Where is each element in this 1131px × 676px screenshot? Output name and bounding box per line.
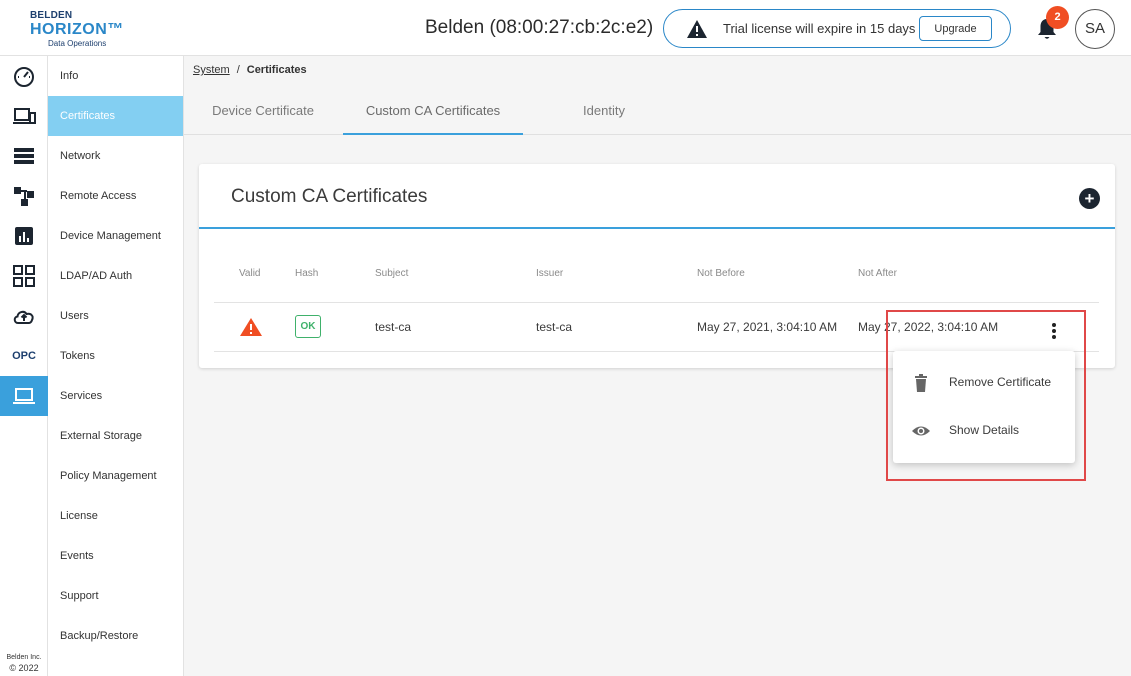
cell-not-before: May 27, 2021, 3:04:10 AM: [697, 320, 838, 334]
hash-status-badge: OK: [295, 315, 321, 338]
submenu-item-policy-management[interactable]: Policy Management: [48, 456, 183, 496]
rail-item-analytics[interactable]: [0, 216, 48, 256]
trial-license-text: Trial license will expire in 15 days: [723, 21, 916, 36]
submenu-item-remote-access[interactable]: Remote Access: [48, 176, 183, 216]
submenu-item-external-storage[interactable]: External Storage: [48, 416, 183, 456]
annotation-highlight-box: [886, 310, 1086, 481]
breadcrumb-system-link[interactable]: System: [193, 64, 230, 76]
submenu-item-license[interactable]: License: [48, 496, 183, 536]
submenu-item-backup-restore[interactable]: Backup/Restore: [48, 616, 183, 656]
system-submenu: Info Certificates Network Remote Access …: [48, 56, 184, 676]
warning-triangle-icon: [240, 318, 262, 336]
breadcrumb-separator: /: [236, 64, 240, 76]
rail-item-opc[interactable]: OPC: [0, 336, 48, 376]
certificate-tabs: Device Certificate Custom CA Certificate…: [184, 88, 1131, 135]
table-header-divider: [214, 302, 1099, 303]
cloud-upload-icon: [13, 310, 34, 324]
apps-grid-icon: [13, 265, 35, 287]
column-header-subject: Subject: [375, 268, 409, 279]
logo-line-3: Data Operations: [48, 39, 107, 48]
submenu-item-info[interactable]: Info: [48, 56, 183, 96]
submenu-item-services[interactable]: Services: [48, 376, 183, 416]
dashboard-icon: [14, 67, 34, 87]
notification-count-badge[interactable]: 2: [1046, 6, 1069, 29]
breadcrumb-current: Certificates: [246, 64, 307, 76]
rail-item-server[interactable]: [0, 136, 48, 176]
card-divider: [199, 227, 1115, 229]
submenu-item-users[interactable]: Users: [48, 296, 183, 336]
rail-item-system[interactable]: [0, 376, 48, 416]
submenu-item-tokens[interactable]: Tokens: [48, 336, 183, 376]
cell-issuer: test-ca: [536, 320, 573, 334]
rail-item-dashboard[interactable]: [0, 56, 48, 96]
rail-item-devices[interactable]: [0, 96, 48, 136]
belden-horizon-logo[interactable]: BELDEN HORIZON™ Data Operations: [28, 9, 124, 49]
copyright-year: © 2022: [9, 663, 39, 673]
logo-line-2: HORIZON™: [30, 21, 124, 38]
rail-item-apps[interactable]: [0, 256, 48, 296]
column-header-issuer: Issuer: [536, 268, 564, 279]
topology-icon: [14, 187, 34, 206]
breadcrumb: System / Certificates: [193, 64, 307, 76]
rail-item-cloud[interactable]: [0, 296, 48, 336]
opc-icon: OPC: [12, 350, 36, 362]
tab-identity[interactable]: Identity: [554, 88, 654, 135]
submenu-item-events[interactable]: Events: [48, 536, 183, 576]
warning-icon: [687, 20, 707, 38]
column-header-valid: Valid: [239, 268, 261, 279]
submenu-item-ldap-auth[interactable]: LDAP/AD Auth: [48, 256, 183, 296]
column-header-not-before: Not Before: [697, 268, 745, 279]
tab-device-certificate[interactable]: Device Certificate: [198, 88, 328, 135]
logo-line-1: BELDEN: [30, 10, 73, 21]
submenu-item-certificates[interactable]: Certificates: [48, 96, 183, 136]
system-laptop-icon: [13, 388, 35, 404]
device-title: Belden (08:00:27:cb:2c:e2): [425, 17, 654, 38]
add-certificate-button[interactable]: +: [1079, 188, 1100, 209]
devices-icon: [13, 108, 36, 124]
submenu-item-support[interactable]: Support: [48, 576, 183, 616]
cell-subject: test-ca: [375, 320, 412, 334]
top-header: BELDEN HORIZON™ Data Operations Belden (…: [0, 0, 1131, 56]
trial-license-banner: Trial license will expire in 15 days Upg…: [663, 9, 1011, 48]
user-avatar[interactable]: SA: [1075, 9, 1115, 49]
card-title: Custom CA Certificates: [231, 186, 428, 207]
column-header-not-after: Not After: [858, 268, 897, 279]
analytics-icon: [15, 227, 33, 245]
upgrade-button[interactable]: Upgrade: [919, 16, 992, 41]
submenu-item-device-management[interactable]: Device Management: [48, 216, 183, 256]
icon-rail: OPC Belden Inc. © 2022: [0, 56, 48, 676]
copyright: Belden Inc. © 2022: [0, 652, 48, 674]
server-icon: [14, 148, 34, 164]
column-header-hash: Hash: [295, 268, 319, 279]
submenu-item-network[interactable]: Network: [48, 136, 183, 176]
tab-custom-ca-certificates[interactable]: Custom CA Certificates: [343, 88, 523, 135]
rail-item-topology[interactable]: [0, 176, 48, 216]
company-name: Belden Inc.: [6, 654, 42, 661]
